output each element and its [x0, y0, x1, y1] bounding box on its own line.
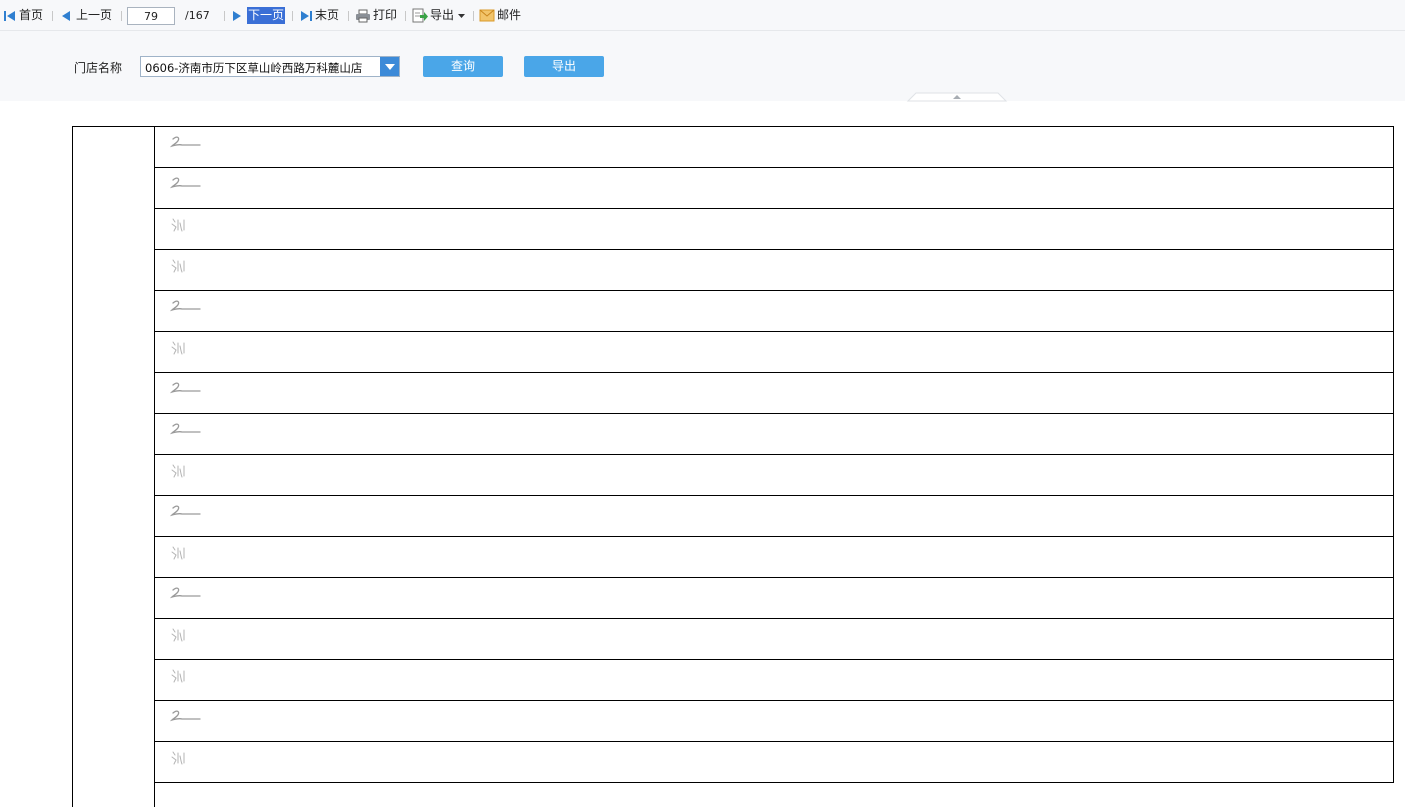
chevron-down-icon[interactable]	[380, 57, 399, 76]
first-page-label: 首页	[19, 8, 44, 22]
page-total: /167	[185, 9, 210, 22]
first-page-button[interactable]: 首页	[3, 7, 43, 24]
report-rows	[155, 127, 1394, 783]
mail-button[interactable]: 邮件	[479, 7, 521, 24]
signature-image	[169, 420, 203, 443]
table-row	[155, 537, 1394, 578]
toolbar-divider	[405, 11, 406, 21]
next-page-button[interactable]: 下一页	[231, 7, 286, 24]
report-toolbar: 首页 上一页 /167 下一页 末页 打印	[0, 0, 1405, 31]
signature-image	[169, 625, 203, 648]
last-page-icon	[301, 10, 312, 21]
signature-image	[169, 461, 203, 484]
table-row	[155, 496, 1394, 537]
export-icon	[412, 8, 428, 23]
toolbar-divider	[473, 11, 474, 21]
table-row	[155, 373, 1394, 414]
table-row	[155, 701, 1394, 742]
signature-image	[169, 133, 203, 156]
next-page-label: 下一页	[247, 7, 286, 24]
toolbar-divider	[292, 11, 293, 21]
first-page-icon	[4, 10, 15, 21]
table-row	[155, 660, 1394, 701]
export-label: 导出	[430, 8, 455, 22]
signature-image	[169, 707, 203, 730]
signature-image	[169, 543, 203, 566]
prev-page-button[interactable]: 上一页	[60, 7, 112, 24]
table-row	[155, 619, 1394, 660]
toolbar-divider	[121, 11, 122, 21]
toolbar-divider	[224, 11, 225, 21]
table-row	[155, 578, 1394, 619]
table-row	[155, 742, 1394, 783]
next-page-icon	[233, 10, 241, 21]
print-label: 打印	[373, 8, 398, 22]
prev-page-icon	[62, 10, 70, 21]
toolbar-divider	[52, 11, 53, 21]
table-row	[155, 209, 1394, 250]
last-page-label: 末页	[315, 8, 340, 22]
signature-image	[169, 256, 203, 279]
signature-image	[169, 584, 203, 607]
mail-label: 邮件	[497, 8, 522, 22]
store-select[interactable]: 0606-济南市历下区草山岭西路万科麓山店	[140, 56, 400, 77]
mail-icon	[479, 9, 495, 22]
last-page-button[interactable]: 末页	[299, 7, 339, 24]
prev-page-label: 上一页	[76, 8, 113, 22]
signature-image	[169, 297, 203, 320]
report-table	[72, 126, 1394, 807]
signature-image	[169, 666, 203, 689]
store-name-label: 门店名称	[74, 61, 123, 75]
signature-image	[169, 379, 203, 402]
table-row	[155, 291, 1394, 332]
dropdown-caret-icon	[458, 13, 466, 18]
signature-image	[169, 502, 203, 525]
collapse-panel-handle[interactable]	[898, 92, 1016, 102]
filter-panel: 门店名称 0606-济南市历下区草山岭西路万科麓山店 查询 导出	[0, 31, 1405, 101]
export-button[interactable]: 导出	[524, 56, 604, 77]
toolbar-divider	[348, 11, 349, 21]
table-row	[155, 414, 1394, 455]
signature-image	[169, 338, 203, 361]
signature-image	[169, 215, 203, 238]
table-row	[155, 127, 1394, 168]
query-button[interactable]: 查询	[423, 56, 503, 77]
table-row	[155, 455, 1394, 496]
signature-image	[169, 748, 203, 771]
report-label-column	[73, 127, 155, 807]
table-row	[155, 168, 1394, 209]
table-row	[155, 332, 1394, 373]
table-row	[155, 250, 1394, 291]
page-number-input[interactable]	[127, 7, 175, 25]
export-menu-button[interactable]: 导出	[412, 7, 466, 24]
printer-icon	[356, 9, 370, 22]
print-button[interactable]: 打印	[355, 7, 397, 24]
store-select-value: 0606-济南市历下区草山岭西路万科麓山店	[145, 61, 363, 75]
signature-image	[169, 174, 203, 197]
